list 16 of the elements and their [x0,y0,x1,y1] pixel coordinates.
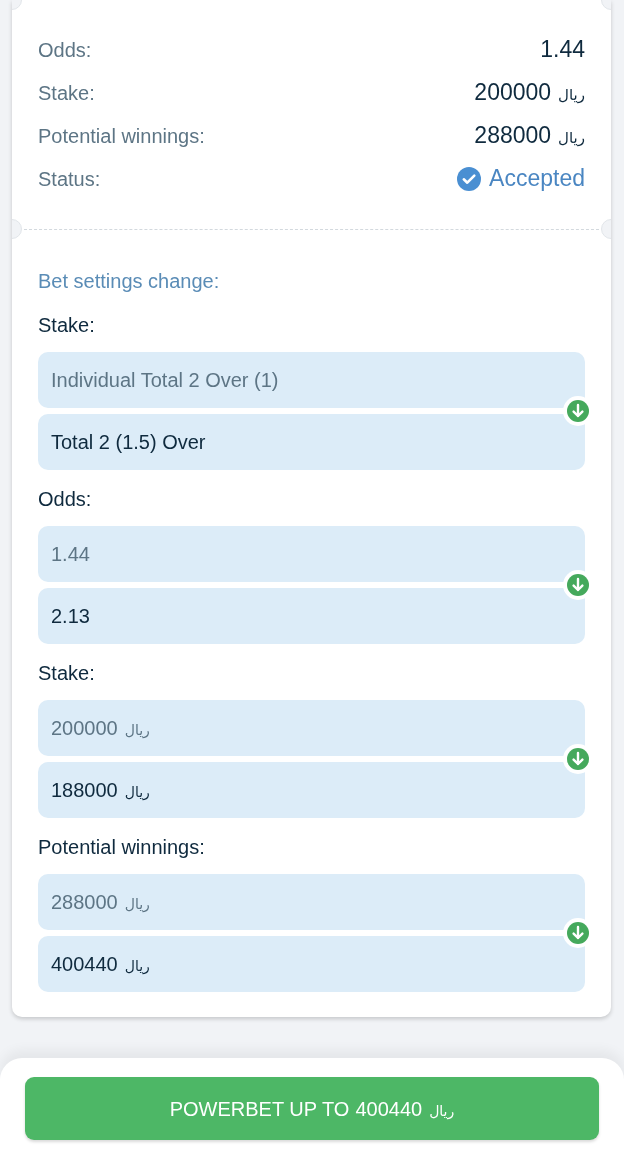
check-circle-icon [457,166,482,191]
previous-value-card: Individual Total 2 Over (1) [38,352,585,408]
field-label: Odds: [38,487,93,512]
new-value-card: Total 2 (1.5) Over [38,414,585,470]
row-label: Odds: [38,37,92,63]
field-label: Potential winnings: [38,835,206,860]
status-value: Accepted [489,164,585,194]
row-label: Status: [38,166,101,192]
field-label: Stake: [38,313,96,338]
row-value: 1.44 [540,35,585,65]
new-value-card: 2.13 [38,588,585,644]
row-label: Stake: [38,80,95,106]
previous-value-card: 1.44 [38,526,585,582]
section-title: Bet settings change: [38,269,221,294]
field-label: Stake: [38,661,96,686]
row-label: Potential winnings: [38,123,205,149]
